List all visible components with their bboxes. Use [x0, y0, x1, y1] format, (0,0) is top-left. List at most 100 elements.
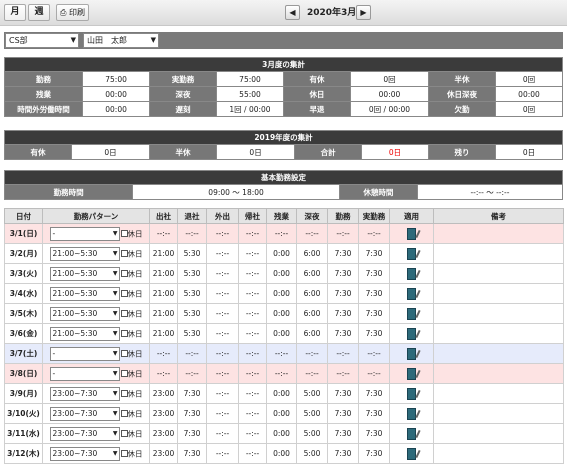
- daily-table: 日付 勤務パターン 出社 退社 外出 帰社 残業 深夜 勤務 実勤務 適用 備考 3/1(日) - ▼ 休日…: [4, 208, 564, 464]
- edit-note-icon[interactable]: [407, 447, 416, 460]
- time-cell-ot: 0:00: [266, 383, 297, 404]
- time-cell-ot: 0:00: [266, 443, 297, 464]
- holiday-checkbox[interactable]: [120, 450, 128, 457]
- edit-note-icon[interactable]: [407, 247, 416, 260]
- holiday-checkbox[interactable]: [120, 370, 128, 377]
- month-view-button[interactable]: 月: [4, 4, 26, 21]
- holiday-checkbox[interactable]: [120, 250, 128, 257]
- holiday-label: 休日: [127, 309, 143, 318]
- annual-summary: 2019年度の集計 有休 0日 半休 0日 合計 0日 残り 0日: [4, 130, 564, 160]
- annual-value: 0日: [494, 144, 564, 160]
- edit-note-icon[interactable]: [407, 287, 416, 300]
- holiday-checkbox[interactable]: [120, 290, 128, 297]
- holiday-checkbox[interactable]: [120, 270, 128, 277]
- department-value: CS部: [9, 36, 28, 45]
- employee-select[interactable]: 山田 太郎 ▼: [83, 33, 159, 48]
- work-pattern-select[interactable]: 21:00~5:30 ▼: [49, 266, 120, 281]
- edit-note-icon[interactable]: [407, 387, 416, 400]
- remarks-cell: [433, 443, 564, 464]
- work-pattern-select[interactable]: 23:00~7:30 ▼: [49, 386, 120, 401]
- time-cell-actual: --:--: [358, 343, 390, 364]
- time-cell-in: 21:00: [149, 283, 178, 304]
- holiday-checkbox[interactable]: [120, 350, 128, 357]
- break-time-label: 休憩時間: [338, 184, 418, 200]
- edit-note-icon[interactable]: [407, 267, 416, 280]
- apply-cell: [389, 263, 434, 284]
- time-cell-in: 23:00: [149, 403, 178, 424]
- summary-value: 00:00: [82, 86, 151, 102]
- apply-cell: [389, 363, 434, 384]
- remarks-cell: [433, 403, 564, 424]
- time-cell-work: --:--: [327, 343, 359, 364]
- time-cell-back: --:--: [238, 343, 267, 364]
- annual-value: 0日: [216, 144, 296, 160]
- holiday-checkbox[interactable]: [120, 330, 128, 337]
- day-row: 3/3(火) 21:00~5:30 ▼ 休日 21:00 5:30 --:-- --:-- 0:…: [4, 263, 564, 284]
- time-cell-ot: 0:00: [266, 423, 297, 444]
- next-month-button[interactable]: ▶: [356, 5, 371, 20]
- summary-label: 休日: [282, 86, 351, 102]
- edit-note-icon[interactable]: [407, 227, 416, 240]
- department-select[interactable]: CS部 ▼: [5, 33, 79, 48]
- day-date: 3/6(金): [4, 323, 43, 344]
- edit-note-icon[interactable]: [407, 427, 416, 440]
- time-cell-back: --:--: [238, 443, 267, 464]
- time-cell-work: 7:30: [327, 263, 359, 284]
- edit-note-icon[interactable]: [407, 367, 416, 380]
- work-pattern-select[interactable]: 23:00~7:30 ▼: [49, 406, 120, 421]
- time-cell-out: 5:30: [177, 263, 207, 284]
- day-row: 3/12(木) 23:00~7:30 ▼ 休日 23:00 7:30 --:-- --:-- 0…: [4, 443, 564, 464]
- print-button[interactable]: ⎙ 印刷: [56, 4, 89, 21]
- work-time-value: 09:00 ～ 18:00: [132, 184, 340, 200]
- day-date: 3/12(木): [4, 443, 43, 464]
- summary-value: 1回 / 00:00: [216, 101, 284, 117]
- edit-note-icon[interactable]: [407, 407, 416, 420]
- edit-note-icon[interactable]: [407, 347, 416, 360]
- day-row: 3/1(日) - ▼ 休日 --:-- --:-- --:-- --:-- --:-- --:--…: [4, 223, 564, 244]
- holiday-checkbox[interactable]: [120, 410, 128, 417]
- work-pattern-select[interactable]: 21:00~5:30 ▼: [49, 286, 120, 301]
- week-view-button[interactable]: 週: [28, 4, 50, 21]
- holiday-label: 休日: [127, 429, 143, 438]
- edit-note-icon[interactable]: [407, 327, 416, 340]
- time-cell-night: 6:00: [296, 263, 328, 284]
- chevron-down-icon: ▼: [150, 36, 156, 44]
- work-pattern-select[interactable]: - ▼: [49, 226, 120, 241]
- work-pattern-select[interactable]: 21:00~5:30 ▼: [49, 246, 120, 261]
- time-cell-actual: 7:30: [358, 403, 390, 424]
- prev-month-button[interactable]: ◀: [285, 5, 300, 20]
- holiday-checkbox[interactable]: [120, 390, 128, 397]
- time-cell-back: --:--: [238, 283, 267, 304]
- work-pattern-value: 21:00~5:30: [52, 248, 98, 258]
- time-cell-in: 21:00: [149, 323, 178, 344]
- holiday-label: 休日: [127, 269, 143, 278]
- work-pattern-select[interactable]: 21:00~5:30 ▼: [49, 306, 120, 321]
- apply-cell: [389, 323, 434, 344]
- time-cell-night: 5:00: [296, 423, 328, 444]
- holiday-label: 休日: [127, 449, 143, 458]
- column-header: 退社: [177, 208, 207, 224]
- time-cell-actual: --:--: [358, 363, 390, 384]
- work-pattern-select[interactable]: - ▼: [49, 346, 120, 361]
- work-pattern-select[interactable]: 23:00~7:30 ▼: [49, 426, 120, 441]
- work-pattern-select[interactable]: 21:00~5:30 ▼: [49, 326, 120, 341]
- employee-value: 山田 太郎: [87, 36, 127, 45]
- edit-note-icon[interactable]: [407, 307, 416, 320]
- time-cell-ot: 0:00: [266, 303, 297, 324]
- time-cell-night: --:--: [296, 343, 328, 364]
- work-pattern-select[interactable]: - ▼: [49, 366, 120, 381]
- day-row: 3/7(土) - ▼ 休日 --:-- --:-- --:-- --:-- --:-- --:--…: [4, 343, 564, 364]
- holiday-checkbox[interactable]: [120, 430, 128, 437]
- apply-cell: [389, 243, 434, 264]
- time-cell-work: --:--: [327, 223, 359, 244]
- chevron-down-icon: ▼: [112, 249, 118, 257]
- holiday-checkbox[interactable]: [120, 310, 128, 317]
- holiday-checkbox[interactable]: [120, 230, 128, 237]
- column-header: 勤務パターン: [42, 208, 150, 224]
- work-pattern-select[interactable]: 23:00~7:30 ▼: [49, 446, 120, 461]
- time-cell-back: --:--: [238, 363, 267, 384]
- holiday-label: 休日: [127, 229, 143, 238]
- time-cell-ot: --:--: [266, 343, 297, 364]
- work-pattern-value: -: [52, 228, 56, 238]
- time-cell-night: 6:00: [296, 283, 328, 304]
